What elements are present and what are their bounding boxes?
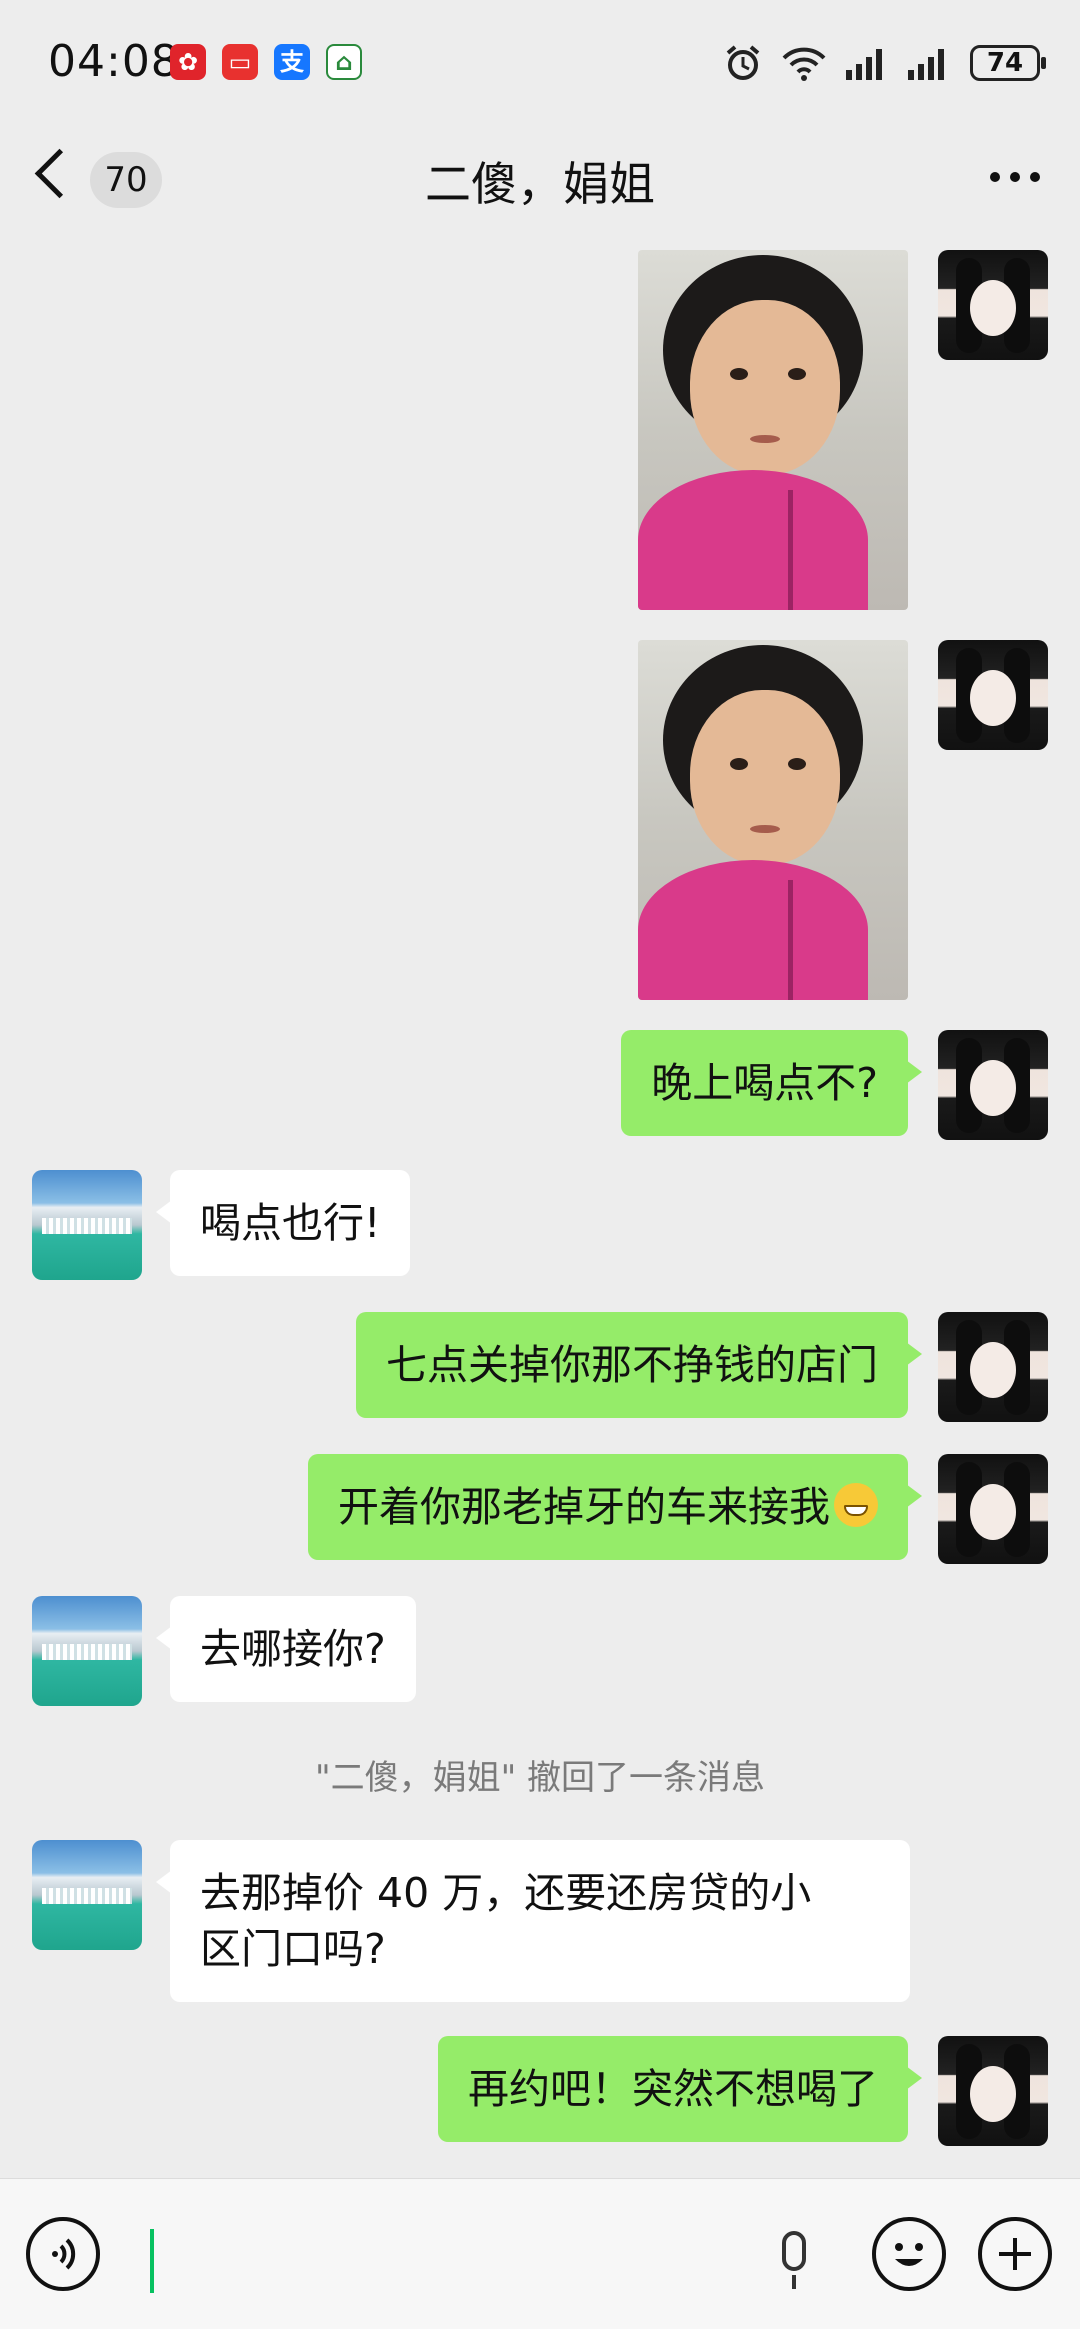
message-bubble-received[interactable]: 去哪接你?	[156, 1596, 416, 1702]
signal-icon-1	[846, 49, 882, 80]
pinduoduo-icon: ✿	[170, 44, 206, 80]
more-options-icon[interactable]	[990, 172, 1040, 182]
voice-mode-button[interactable]	[26, 2217, 100, 2291]
chat-header: 70 二傻，娟姐	[0, 128, 1080, 228]
contact-avatar[interactable]	[32, 1840, 142, 1950]
grin-emoji-icon	[834, 1483, 878, 1527]
wifi-icon	[782, 47, 826, 81]
emoji-button[interactable]	[872, 2217, 946, 2291]
voice-wave-icon	[52, 2238, 76, 2270]
my-avatar[interactable]	[938, 640, 1048, 750]
home-icon: ⌂	[326, 44, 362, 80]
microphone-stand	[792, 2275, 796, 2289]
alarm-icon	[726, 45, 760, 80]
status-time: 04:08	[48, 36, 180, 87]
message-image-1[interactable]	[638, 250, 908, 610]
my-avatar[interactable]	[938, 1030, 1048, 1140]
contact-avatar[interactable]	[32, 1170, 142, 1280]
message-input[interactable]	[150, 2219, 734, 2301]
message-bubble-sent[interactable]: 晚上喝点不?	[621, 1030, 922, 1136]
message-text: 开着你那老掉牙的车来接我	[338, 1483, 830, 1531]
smile-icon	[895, 2243, 923, 2266]
message-bubble-received[interactable]: 喝点也行!	[155, 1170, 411, 1276]
microphone-icon[interactable]	[782, 2231, 806, 2271]
message-bubble-received[interactable]: 去那掉价 40 万，还要还房贷的小 区门口吗?	[156, 1840, 910, 2002]
my-avatar[interactable]	[938, 1312, 1048, 1422]
message-image-2[interactable]	[638, 640, 908, 1000]
message-bubble-sent[interactable]: 开着你那老掉牙的车来接我	[308, 1454, 922, 1560]
contact-avatar[interactable]	[32, 1596, 142, 1706]
recall-notice: "二傻，娟姐" 撤回了一条消息	[314, 1758, 766, 1798]
my-avatar[interactable]	[938, 2036, 1048, 2146]
message-bubble-sent[interactable]: 七点关掉你那不挣钱的店门	[356, 1312, 922, 1418]
input-bar	[0, 2178, 1080, 2329]
status-bar: 04:08 ✿ ▭ 支 ⌂ 74	[0, 0, 1080, 128]
red-app-icon: ▭	[222, 44, 258, 80]
chat-title: 二傻，娟姐	[425, 157, 655, 211]
my-avatar[interactable]	[938, 1454, 1048, 1564]
signal-icon-2	[908, 49, 944, 80]
battery-indicator: 74	[970, 45, 1046, 81]
message-line-1: 去那掉价 40 万，还要还房贷的小	[200, 1869, 812, 1917]
alipay-icon: 支	[274, 44, 310, 80]
plus-icon	[999, 2238, 1031, 2270]
message-bubble-sent[interactable]: 再约吧！突然不想喝了	[438, 2036, 922, 2142]
message-line-2: 区门口吗?	[200, 1925, 386, 1973]
my-avatar[interactable]	[938, 250, 1048, 360]
more-actions-button[interactable]	[978, 2217, 1052, 2291]
